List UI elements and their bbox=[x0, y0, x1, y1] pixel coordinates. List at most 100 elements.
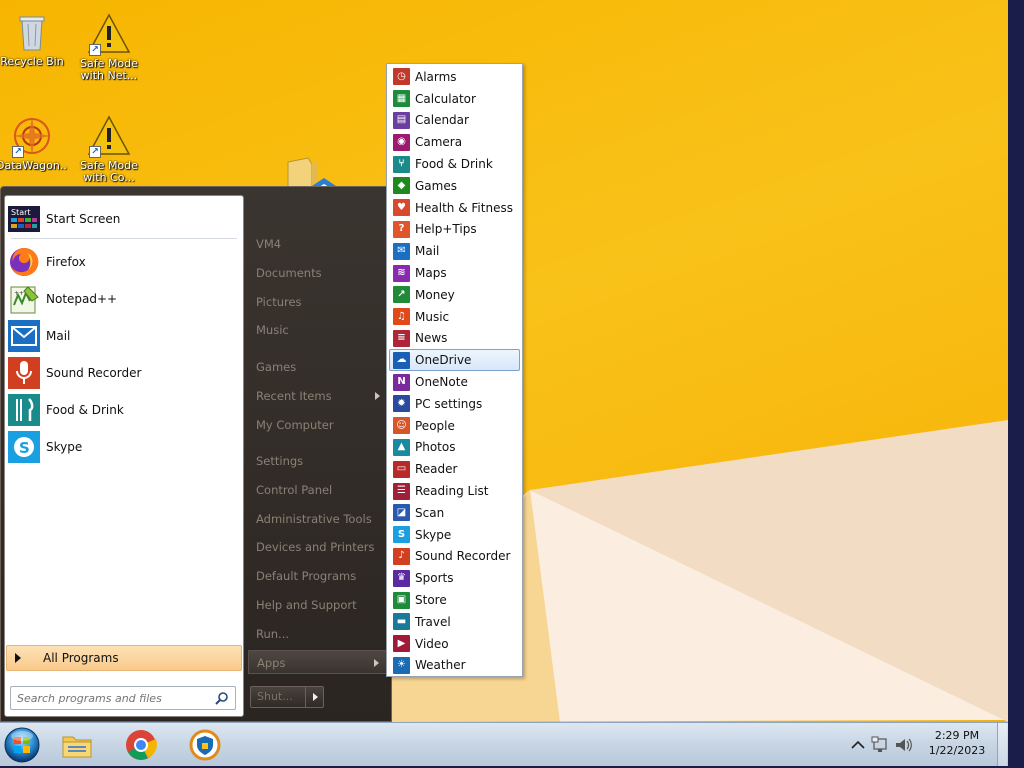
apps-item-store[interactable]: ▣ Store bbox=[389, 589, 520, 611]
right-pane-item-devices-printers[interactable]: Devices and Printers bbox=[248, 535, 388, 559]
apps-item-skype[interactable]: S Skype bbox=[389, 524, 520, 546]
right-pane-item-help-support[interactable]: Help and Support bbox=[248, 593, 388, 617]
apps-item-label: Money bbox=[415, 287, 455, 302]
apps-item-people[interactable]: ☺ People bbox=[389, 415, 520, 437]
apps-item-label: Video bbox=[415, 636, 449, 651]
right-pane-label: Apps bbox=[257, 656, 286, 670]
apps-item-scan[interactable]: ◪ Scan bbox=[389, 502, 520, 524]
apps-item-calendar[interactable]: ▤ Calendar bbox=[389, 110, 520, 132]
right-pane-label: Devices and Printers bbox=[256, 540, 375, 554]
right-pane-item-vm4[interactable]: VM4 bbox=[248, 232, 388, 256]
apps-item-label: Games bbox=[415, 178, 457, 193]
right-pane-label: VM4 bbox=[256, 237, 282, 251]
right-pane-item-administrative-tools[interactable]: Administrative Tools bbox=[248, 507, 388, 531]
photo-icon: ▲ bbox=[393, 438, 410, 456]
pinned-sound-recorder[interactable]: Sound Recorder bbox=[5, 354, 243, 391]
right-pane-item-documents[interactable]: Documents bbox=[248, 261, 388, 285]
apps-item-music[interactable]: ♫ Music bbox=[389, 306, 520, 328]
reader-icon: ▭ bbox=[393, 460, 410, 478]
apps-item-video[interactable]: ▶ Video bbox=[389, 633, 520, 655]
desktop-icon-safe-mode-net[interactable]: ↗ Safe Mode with Net... bbox=[73, 12, 145, 82]
start-screen-icon: Start bbox=[8, 203, 40, 235]
right-pane-item-music[interactable]: Music bbox=[248, 318, 388, 342]
apps-item-pc-settings[interactable]: ✹ PC settings bbox=[389, 393, 520, 415]
apps-item-sound-recorder[interactable]: ♪ Sound Recorder bbox=[389, 546, 520, 568]
right-pane-item-recent-items[interactable]: Recent Items bbox=[248, 384, 388, 408]
apps-item-news[interactable]: ≡ News bbox=[389, 328, 520, 350]
apps-item-label: News bbox=[415, 331, 448, 346]
shutdown-label: Shut... bbox=[257, 690, 293, 703]
right-pane-item-pictures[interactable]: Pictures bbox=[248, 290, 388, 314]
volume-icon[interactable] bbox=[896, 738, 912, 752]
apps-item-camera[interactable]: ◉ Camera bbox=[389, 131, 520, 153]
mail-icon bbox=[8, 319, 40, 352]
shortcut-arrow-icon: ↗ bbox=[12, 146, 24, 158]
apps-item-label: Help+Tips bbox=[415, 222, 477, 237]
apps-item-reader[interactable]: ▭ Reader bbox=[389, 458, 520, 480]
chevron-right-icon bbox=[375, 392, 380, 400]
apps-item-travel[interactable]: ▬ Travel bbox=[389, 611, 520, 633]
apps-item-help-tips[interactable]: ? Help+Tips bbox=[389, 219, 520, 241]
fork-knife-icon bbox=[8, 393, 40, 426]
pinned-mail[interactable]: Mail bbox=[5, 317, 243, 354]
network-icon[interactable] bbox=[871, 736, 887, 752]
desktop-icon-datawagon[interactable]: ↗ DataWagon... bbox=[0, 114, 68, 172]
clock-time: 2:29 PM bbox=[934, 729, 980, 742]
apps-item-reading-list[interactable]: ☰ Reading List bbox=[389, 480, 520, 502]
all-programs-button[interactable]: All Programs bbox=[6, 645, 242, 671]
search-input[interactable] bbox=[11, 687, 207, 709]
right-pane-item-settings[interactable]: Settings bbox=[248, 449, 388, 473]
apps-item-games[interactable]: ◆ Games bbox=[389, 175, 520, 197]
apps-item-onedrive[interactable]: ☁ OneDrive bbox=[389, 349, 520, 372]
desktop-icon-recycle-bin[interactable]: Recycle Bin bbox=[0, 10, 68, 68]
apps-item-label: Sports bbox=[415, 571, 454, 586]
headphones-icon: ♫ bbox=[393, 308, 410, 326]
pinned-start-screen[interactable]: Start Start Screen bbox=[5, 200, 243, 237]
pinned-label: Food & Drink bbox=[46, 402, 124, 417]
apps-item-label: Skype bbox=[415, 527, 452, 542]
right-pane-item-games[interactable]: Games bbox=[248, 355, 388, 379]
right-pane-item-apps[interactable]: Apps bbox=[248, 650, 388, 674]
apps-item-onenote[interactable]: N OneNote bbox=[389, 371, 520, 393]
recycle-bin-icon bbox=[10, 10, 54, 54]
taskbar-file-explorer[interactable] bbox=[60, 728, 94, 762]
start-button[interactable] bbox=[2, 725, 42, 765]
alarm-icon: ◷ bbox=[393, 68, 410, 86]
apps-item-food-drink[interactable]: ⑂ Food & Drink bbox=[389, 153, 520, 175]
apps-item-label: Maps bbox=[415, 266, 447, 281]
clock[interactable]: 2:29 PM 1/22/2023 bbox=[922, 728, 992, 758]
pinned-notepadpp[interactable]: ++ Notepad++ bbox=[5, 280, 243, 317]
apps-submenu: ◷ Alarms ▦ Calculator ▤ Calendar ◉ Camera ⑂ Food … bbox=[386, 63, 523, 677]
right-pane-item-default-programs[interactable]: Default Programs bbox=[248, 564, 388, 588]
pinned-firefox[interactable]: Firefox bbox=[5, 243, 243, 280]
cloud-icon: ☁ bbox=[393, 351, 410, 369]
pinned-food-drink[interactable]: Food & Drink bbox=[5, 391, 243, 428]
chevron-right-icon[interactable] bbox=[313, 693, 318, 701]
taskbar-vpn[interactable] bbox=[188, 728, 222, 762]
apps-item-alarms[interactable]: ◷ Alarms bbox=[389, 66, 520, 88]
apps-item-weather[interactable]: ☀ Weather bbox=[389, 655, 520, 677]
pinned-skype[interactable]: S Skype bbox=[5, 428, 243, 465]
apps-item-sports[interactable]: ♛ Sports bbox=[389, 567, 520, 589]
taskbar-chrome[interactable] bbox=[124, 728, 158, 762]
desktop-icon-label: Recycle Bin bbox=[0, 56, 64, 68]
apps-item-calculator[interactable]: ▦ Calculator bbox=[389, 88, 520, 110]
right-pane-item-my-computer[interactable]: My Computer bbox=[248, 413, 388, 437]
shutdown-button[interactable]: Shut... bbox=[250, 686, 324, 708]
show-desktop-button[interactable] bbox=[997, 723, 1007, 767]
apps-item-maps[interactable]: ≋ Maps bbox=[389, 262, 520, 284]
mail-icon: ✉ bbox=[393, 242, 410, 260]
apps-item-money[interactable]: ↗ Money bbox=[389, 284, 520, 306]
chevron-up-icon[interactable] bbox=[851, 740, 865, 749]
microphone-icon: ♪ bbox=[393, 547, 410, 565]
skype-icon: S bbox=[8, 430, 40, 463]
desktop-icon-safe-mode[interactable]: ↗ Safe Mode with Co... bbox=[73, 114, 145, 184]
apps-item-mail[interactable]: ✉ Mail bbox=[389, 240, 520, 262]
apps-item-health-fitness[interactable]: ♥ Health & Fitness bbox=[389, 197, 520, 219]
right-pane-label: Administrative Tools bbox=[256, 512, 372, 526]
desktop-icon-label: Safe Mode with Net... bbox=[80, 58, 138, 82]
apps-item-photos[interactable]: ▲ Photos bbox=[389, 437, 520, 459]
right-pane-item-run[interactable]: Run... bbox=[248, 622, 388, 646]
search-icon[interactable] bbox=[215, 691, 229, 705]
right-pane-item-control-panel[interactable]: Control Panel bbox=[248, 478, 388, 502]
